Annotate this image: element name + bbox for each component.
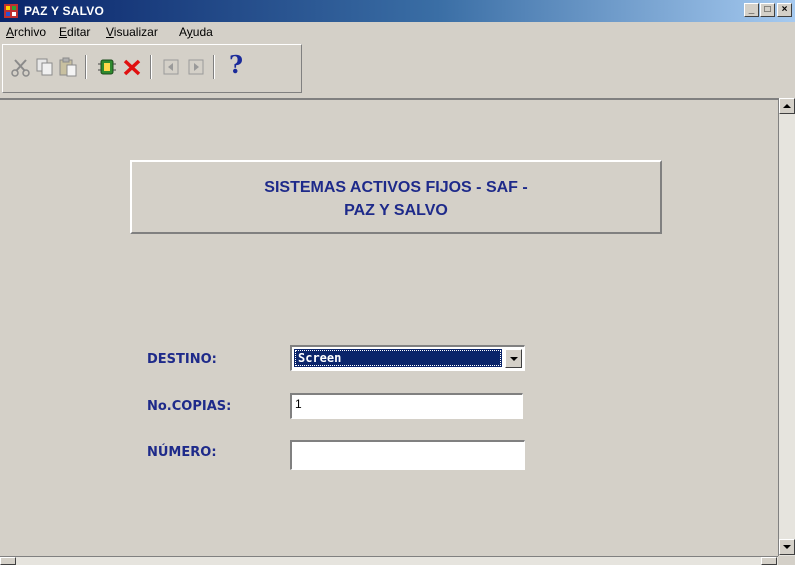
copy-icon[interactable]: [34, 56, 56, 78]
app-icon: [4, 4, 18, 18]
numero-input[interactable]: [290, 440, 525, 470]
run-icon[interactable]: [96, 56, 118, 78]
paste-icon[interactable]: [57, 56, 79, 78]
menu-visualizar[interactable]: Visualizar: [106, 25, 158, 39]
cancel-icon[interactable]: [121, 56, 143, 78]
horizontal-scrollbar[interactable]: [0, 556, 778, 565]
banner-subtitle: PAZ Y SALVO: [344, 202, 448, 219]
copias-label: No.COPIAS:: [147, 399, 232, 414]
toolbar-separator: [213, 55, 215, 79]
previous-icon[interactable]: [160, 56, 182, 78]
arrow-up-icon: [783, 104, 791, 108]
copias-input[interactable]: 1: [290, 393, 523, 419]
menu-archivo[interactable]: Archivo: [6, 25, 46, 39]
scroll-up-button[interactable]: [779, 98, 795, 114]
dropdown-button[interactable]: [505, 349, 522, 368]
help-icon[interactable]: ?: [224, 50, 248, 80]
menu-bar: Archivo Editar Visualizar Ayuda: [0, 22, 795, 42]
destino-label: DESTINO:: [147, 352, 217, 367]
title-bar: PAZ Y SALVO _ □ ×: [0, 0, 795, 22]
minimize-icon: _: [748, 4, 755, 15]
window-title: PAZ Y SALVO: [24, 4, 104, 18]
minimize-button[interactable]: _: [744, 3, 759, 17]
toolbar-separator: [150, 55, 152, 79]
next-icon[interactable]: [185, 56, 207, 78]
scroll-left-button[interactable]: [0, 557, 16, 565]
header-banner: SISTEMAS ACTIVOS FIJOS - SAF - PAZ Y SAL…: [130, 160, 662, 234]
numero-label: NÚMERO:: [147, 445, 217, 460]
scroll-right-button[interactable]: [761, 557, 777, 565]
arrow-down-icon: [783, 545, 791, 549]
banner-title: SISTEMAS ACTIVOS FIJOS - SAF -: [264, 179, 528, 196]
menu-ayuda[interactable]: Ayuda: [179, 25, 213, 39]
maximize-button[interactable]: □: [760, 3, 775, 17]
close-button[interactable]: ×: [777, 3, 792, 17]
chevron-down-icon: [510, 357, 518, 361]
vertical-scrollbar[interactable]: [778, 98, 795, 556]
close-icon: ×: [781, 4, 788, 15]
toolbar-separator: [85, 55, 87, 79]
menu-editar[interactable]: Editar: [59, 25, 90, 39]
toolbar: ?: [0, 42, 795, 98]
destino-selected-value: Screen: [294, 349, 502, 367]
maximize-icon: □: [764, 4, 771, 15]
cut-icon[interactable]: [10, 56, 32, 78]
scroll-down-button[interactable]: [779, 539, 795, 555]
destino-select[interactable]: Screen: [290, 345, 525, 371]
